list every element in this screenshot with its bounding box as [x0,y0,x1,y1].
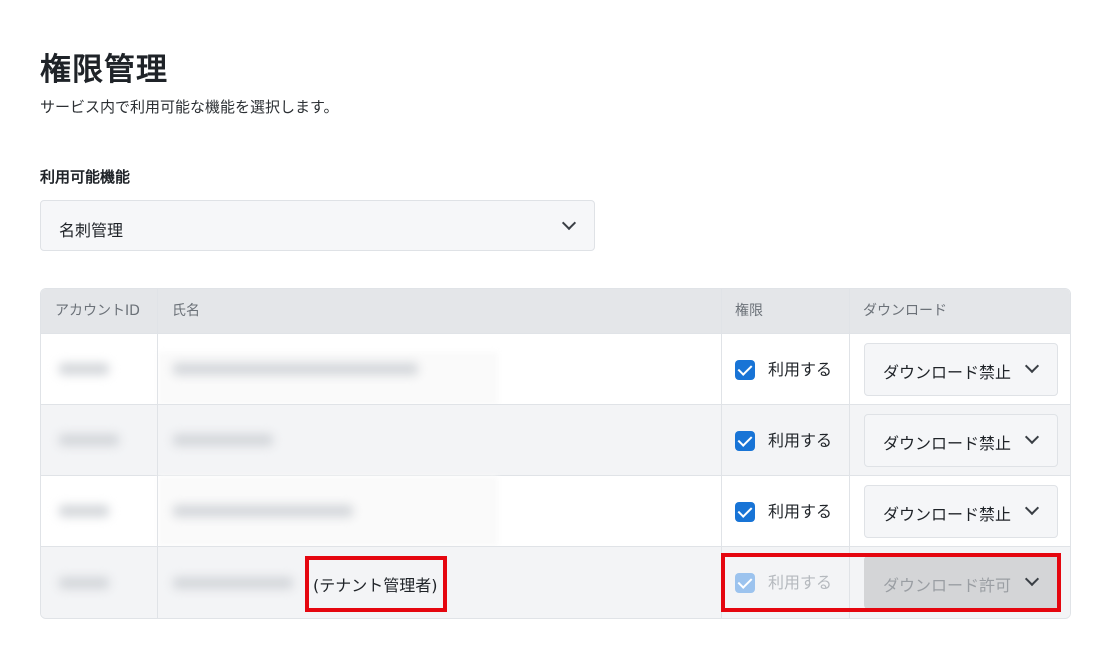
download-select[interactable]: ダウンロード禁止 [864,485,1058,538]
permission-label: 利用する [768,360,833,379]
blurred-name [173,577,293,589]
blurred-region [158,352,498,405]
download-select-value: ダウンロード禁止 [883,434,1012,453]
feature-select[interactable]: 名刺管理 [40,200,595,251]
blurred-name [173,434,273,446]
download-select[interactable]: ダウンロード禁止 [864,414,1058,467]
header-name: 氏名 [172,303,200,319]
blurred-account-id [59,577,109,589]
table-row: 利用する ダウンロード禁止 [41,475,1070,546]
page-description: サービス内で利用可能な機能を選択します。 [40,98,339,116]
checkbox-checked-icon[interactable] [735,431,755,451]
annotation-highlight-controls [721,553,1061,612]
header-permission: 権限 [735,303,763,319]
table-row: 利用する ダウンロード禁止 [41,404,1070,475]
chevron-down-icon [1024,500,1040,516]
checkbox-checked-icon[interactable] [735,360,755,380]
chevron-down-icon [1024,429,1040,445]
permission-label: 利用する [768,502,833,521]
checkbox-checked-icon[interactable] [735,502,755,522]
header-download: ダウンロード [863,303,947,319]
download-select[interactable]: ダウンロード禁止 [864,343,1058,396]
page-title: 権限管理 [40,52,168,88]
download-select-value: ダウンロード禁止 [883,505,1012,524]
feature-field-label: 利用可能機能 [40,168,131,186]
blurred-account-id [59,505,109,517]
blurred-account-id [59,434,119,446]
table-header: アカウントID 氏名 権限 ダウンロード [41,289,1070,333]
download-select-value: ダウンロード禁止 [883,363,1012,382]
header-account-id: アカウントID [55,303,140,319]
annotation-highlight-admin [305,556,447,612]
column-divider [157,289,158,618]
blurred-account-id [59,363,109,375]
blurred-name [173,363,418,375]
permission-label: 利用する [768,431,833,450]
chevron-down-icon [1024,358,1040,374]
blurred-name [173,505,353,517]
chevron-down-icon [561,215,577,231]
table-row: 利用する ダウンロード禁止 [41,333,1070,405]
feature-select-value: 名刺管理 [59,221,124,240]
